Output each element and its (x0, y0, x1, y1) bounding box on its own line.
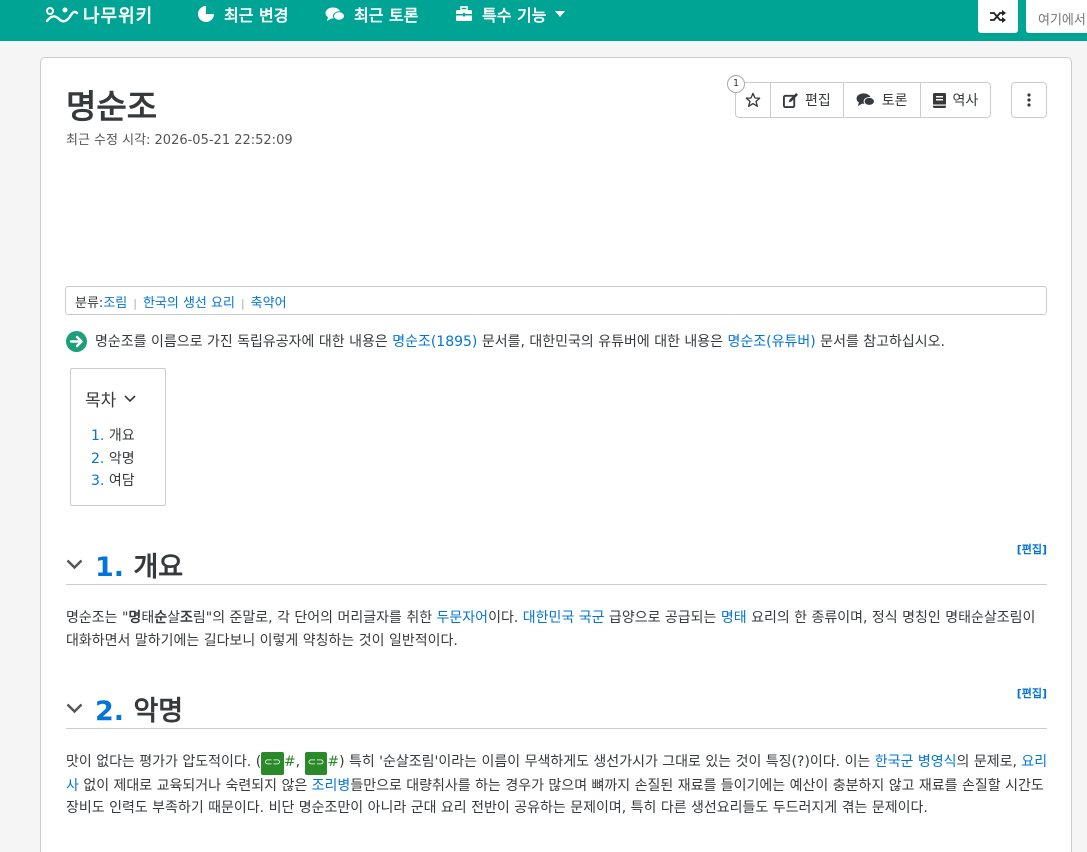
comments-icon (856, 93, 875, 107)
search-input[interactable] (1026, 0, 1087, 33)
more-vertical-icon (1027, 93, 1031, 107)
nav-recent-discuss-label: 최근 토론 (354, 6, 419, 25)
section-toggle[interactable]: 2. 악명 (66, 689, 183, 728)
chevron-down-icon (124, 394, 136, 402)
category-link[interactable]: 한국의 생선 요리 (143, 296, 235, 311)
site-logo[interactable]: 나무위키 (45, 2, 153, 28)
section-heading: 1. 개요 [편집] (66, 541, 1047, 585)
toc-item[interactable]: 1. 개요 (91, 425, 135, 448)
section-heading: 2. 악명 [편집] (66, 685, 1047, 729)
edit-icon (783, 92, 798, 108)
arrow-circle-right-icon (66, 330, 87, 352)
edit-button-label: 편집 (805, 93, 831, 109)
article-card (40, 57, 1072, 852)
inline-link[interactable]: 조리병 (312, 778, 351, 794)
category-box: 분류:조림 | 한국의 생선 요리 | 축약어 (65, 286, 1047, 315)
inline-link[interactable]: 대한민국 국군 (523, 610, 605, 626)
notice-link-youtuber[interactable]: 명순조(유튜버) (728, 334, 816, 350)
redirect-notice: 명순조를 이름으로 가진 독립유공자에 대한 내용은 명순조(1895) 문서를… (66, 330, 945, 352)
category-label: 분류: (75, 296, 104, 311)
external-link[interactable]: ⊂⊃ # (261, 752, 296, 775)
link-icon: ⊂⊃ (304, 752, 328, 775)
discuss-button[interactable]: 토론 (842, 83, 920, 117)
section-toggle[interactable]: 1. 개요 (66, 545, 183, 584)
last-modified: 최근 수정 시각: 2026-05-21 22:52:09 (66, 133, 293, 148)
comments-icon (325, 7, 345, 21)
table-of-contents: 목차 1. 개요 2. 악명 3. 여담 (70, 368, 166, 506)
page-title: 명순조 (66, 87, 158, 126)
nav-recent-discuss[interactable]: 최근 토론 (325, 2, 418, 26)
nav-recent-changes[interactable]: 최근 변경 (197, 2, 288, 26)
top-navbar: 나무위키 최근 변경 최근 토론 특수 기능 (0, 0, 1087, 41)
article-actions: 편집 토론 역사 (735, 82, 992, 118)
nav-special-features[interactable]: 특수 기능 (455, 2, 566, 26)
random-page-button[interactable] (978, 0, 1018, 33)
toc-title: 목차 (85, 391, 117, 411)
history-button-label: 역사 (952, 93, 979, 109)
section-edit-link[interactable]: [편집] (1017, 685, 1047, 701)
history-button[interactable]: 역사 (919, 83, 991, 117)
briefcase-icon (456, 6, 472, 21)
external-link[interactable]: ⊂⊃ # (304, 752, 339, 775)
shuffle-icon (990, 10, 1006, 23)
category-link[interactable]: 조림 (103, 296, 127, 311)
chevron-down-icon (66, 559, 83, 570)
more-options-button[interactable] (1011, 82, 1047, 118)
star-icon (745, 92, 761, 107)
inline-link[interactable]: 한국군 병영식 (875, 754, 957, 770)
paragraph: 명순조는 "명태순살조림"의 준말로, 각 단어의 머리글자를 취한 두문자어이… (66, 610, 1036, 649)
logo-icon (45, 7, 79, 23)
compass-icon (198, 6, 214, 22)
book-icon (932, 92, 946, 108)
logo-text: 나무위키 (83, 6, 154, 27)
paragraph: 맛이 없다는 평가가 압도적이다. (⊂⊃ #, ⊂⊃ #) 특히 '순살조림'이라… (66, 752, 1048, 816)
toc-toggle[interactable]: 목차 (85, 386, 136, 411)
discuss-button-label: 토론 (881, 93, 908, 109)
notice-link-1895[interactable]: 명순조(1895) (392, 334, 477, 350)
caret-down-icon (555, 11, 566, 17)
nav-recent-changes-label: 최근 변경 (224, 6, 289, 25)
category-link[interactable]: 축약어 (251, 296, 287, 311)
toc-item[interactable]: 2. 악명 (91, 448, 135, 471)
toc-item[interactable]: 3. 여담 (91, 470, 135, 493)
inline-link[interactable]: 명태 (721, 610, 747, 626)
inline-link[interactable]: 두문자어 (437, 610, 489, 626)
section-edit-link[interactable]: [편집] (1017, 541, 1047, 557)
star-count-badge: 1 (727, 75, 745, 93)
edit-button[interactable]: 편집 (770, 83, 843, 117)
nav-special-label: 특수 기능 (482, 6, 547, 25)
chevron-down-icon (66, 703, 83, 714)
link-icon: ⊂⊃ (261, 752, 284, 775)
